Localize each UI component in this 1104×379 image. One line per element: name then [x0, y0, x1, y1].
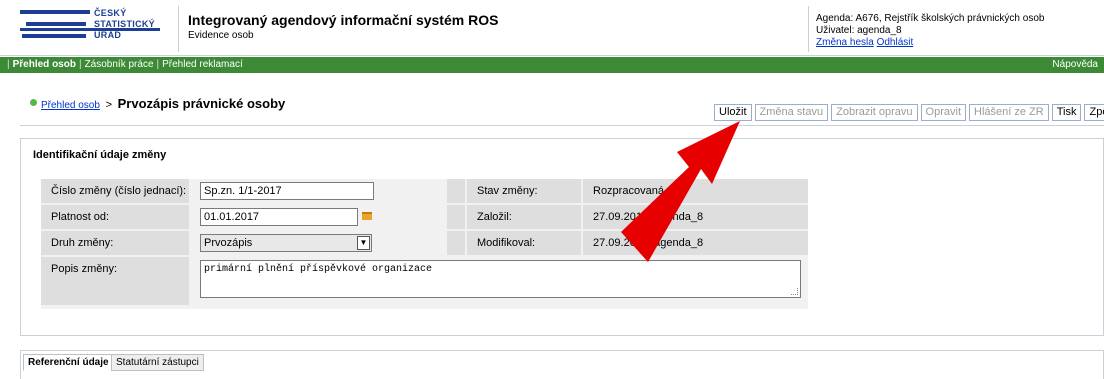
- druh-zmeny-select[interactable]: Prvozápis ▼: [200, 234, 372, 252]
- system-subtitle: Evidence osob: [188, 30, 254, 41]
- page-title: Prvozápis právnické osoby: [117, 96, 286, 111]
- form-grid: Číslo změny (číslo jednací): Sp.zn. 1/1-…: [41, 179, 808, 309]
- menu-help[interactable]: Nápověda: [1052, 57, 1098, 73]
- tab-referencni-udaje[interactable]: Referenční údaje: [23, 354, 114, 371]
- druh-zmeny-label: Druh změny:: [41, 231, 189, 255]
- report-from-zr-button[interactable]: Hlášení ze ZR: [969, 104, 1049, 121]
- breadcrumb-link-prehled-osob[interactable]: Přehled osob: [41, 100, 100, 111]
- stav-zmeny-label: Stav změny:: [467, 179, 581, 203]
- calendar-icon[interactable]: [362, 212, 372, 220]
- system-title: Integrovaný agendový informační systém R…: [188, 12, 499, 28]
- detail-tabs: Referenční údaje Statutární zástupci: [20, 350, 1104, 379]
- status-dot-icon: [30, 99, 37, 106]
- popis-zmeny-text: primární plnění příspěvkové organizace: [204, 264, 433, 275]
- cislo-zmeny-label: Číslo změny (číslo jednací):: [41, 179, 189, 203]
- zalozil-label: Založil:: [467, 205, 581, 229]
- app-header: ČESKÝ STATISTICKÝ ÚŘAD Integrovaný agend…: [0, 0, 1104, 56]
- chevron-down-icon[interactable]: ▼: [357, 236, 370, 250]
- logo-line-3: ÚŘAD: [94, 30, 122, 40]
- menu-prehled-reklamaci[interactable]: Přehled reklamací: [162, 59, 243, 70]
- header-divider-right: [808, 6, 809, 52]
- modifikoval-value: 27.09.2016, agenda_8: [583, 231, 808, 255]
- tab-statutarni-zastupci[interactable]: Statutární zástupci: [111, 354, 204, 371]
- change-identification-panel: Identifikační údaje změny Číslo změny (č…: [20, 138, 1104, 336]
- change-state-button[interactable]: Změna stavu: [754, 104, 829, 121]
- menu-prehled-osob[interactable]: Přehled osob: [13, 59, 76, 70]
- logo-line-2: STATISTICKÝ: [94, 19, 155, 29]
- resize-grip-icon[interactable]: [791, 288, 798, 295]
- show-correction-button[interactable]: Zobrazit opravu: [831, 104, 918, 121]
- section-title: Identifikační údaje změny: [33, 149, 167, 161]
- cislo-zmeny-input[interactable]: Sp.zn. 1/1-2017: [200, 182, 374, 200]
- druh-zmeny-selected: Prvozápis: [204, 237, 253, 249]
- popis-zmeny-label: Popis změny:: [41, 257, 189, 305]
- header-divider: [178, 6, 179, 52]
- correct-button[interactable]: Opravit: [920, 104, 967, 121]
- platnost-date-input[interactable]: 01.01.2017: [200, 208, 358, 226]
- logo-line-1: ČESKÝ: [94, 8, 127, 18]
- platnost-label: Platnost od:: [41, 205, 189, 229]
- print-button[interactable]: Tisk: [1051, 104, 1082, 121]
- save-button[interactable]: Uložit: [714, 104, 752, 121]
- menu-zasobnik-prace[interactable]: Zásobník práce: [85, 59, 154, 70]
- logout-link[interactable]: Odhlásit: [877, 37, 914, 48]
- change-password-link[interactable]: Změna hesla: [816, 37, 874, 48]
- popis-zmeny-textarea[interactable]: primární plnění příspěvkové organizace: [200, 260, 801, 298]
- action-toolbar: Uložit Změna stavu Zobrazit opravu Oprav…: [714, 104, 1104, 122]
- modifikoval-label: Modifikoval:: [467, 231, 581, 255]
- czso-logo: ČESKÝ STATISTICKÝ ÚŘAD: [20, 8, 170, 48]
- breadcrumb: Přehled osob > Prvozápis právnické osoby: [30, 96, 285, 111]
- divider: [20, 125, 1104, 126]
- main-menubar: | Přehled osob | Zásobník práce | Přehled rek…: [0, 57, 1104, 73]
- user-label: Uživatel: agenda_8: [816, 25, 902, 36]
- zalozil-value: 27.09.2016, agenda_8: [583, 205, 808, 229]
- stav-zmeny-value: Rozpracovaná: [583, 179, 808, 203]
- session-info: Agenda: A676, Rejstřík školských právnic…: [816, 13, 1044, 49]
- breadcrumb-separator: >: [105, 99, 112, 111]
- agenda-label: Agenda: A676, Rejstřík školských právnic…: [816, 13, 1045, 24]
- back-button[interactable]: Zpět: [1084, 104, 1104, 121]
